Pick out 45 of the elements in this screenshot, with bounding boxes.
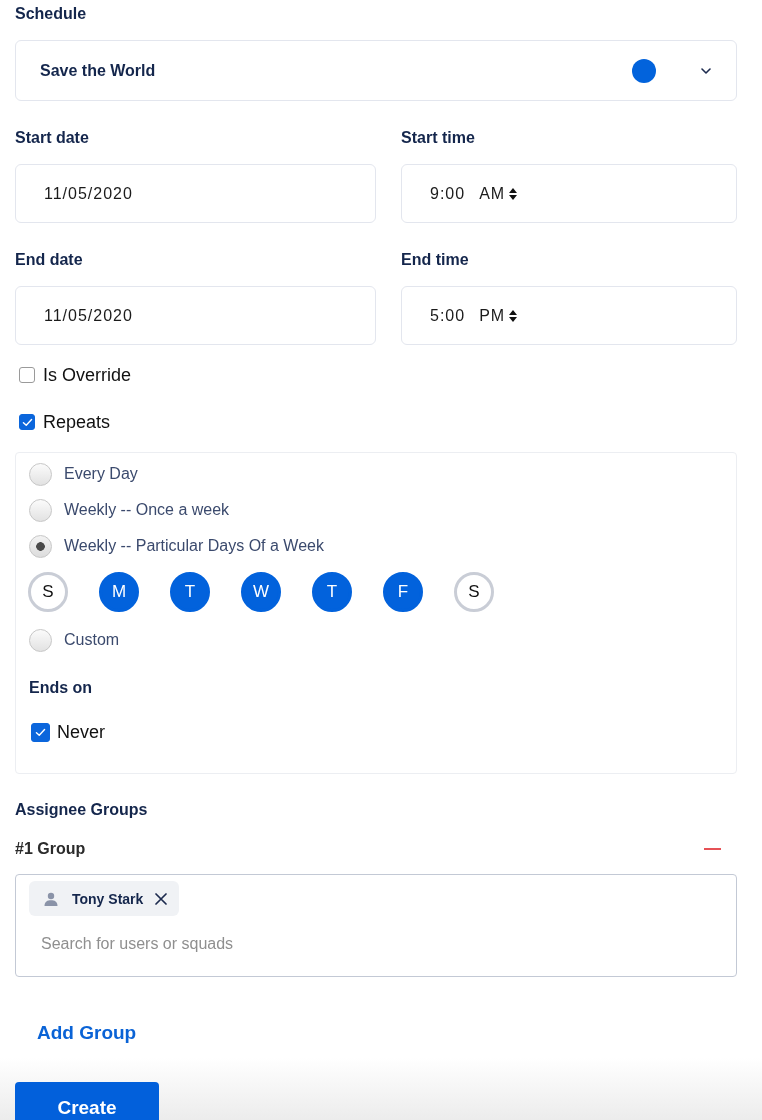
field-label: Schedule xyxy=(15,4,87,24)
create-button[interactable]: Create xyxy=(15,1082,159,1120)
checkbox-label: Repeats xyxy=(43,411,111,433)
weekday-toggle[interactable]: S xyxy=(28,572,68,612)
checkbox[interactable] xyxy=(19,367,35,383)
radio-label: Every Day xyxy=(64,465,138,483)
radio-button[interactable] xyxy=(29,498,52,522)
date-field[interactable]: 11/05/2020 xyxy=(15,164,376,223)
schedule-select[interactable]: Save the World xyxy=(15,40,737,101)
weekday-toggle[interactable]: T xyxy=(312,572,352,612)
group-title: #1 Group xyxy=(15,840,86,858)
radio-label: Weekly -- Once a week xyxy=(64,501,230,519)
radio-label: Custom xyxy=(64,631,120,649)
close-icon[interactable] xyxy=(155,892,168,905)
radio-button[interactable] xyxy=(29,628,52,652)
field-label: Start date xyxy=(15,128,90,148)
time-field[interactable]: 5:00 PM xyxy=(401,286,737,345)
date-field[interactable]: 11/05/2020 xyxy=(15,286,376,345)
weekday-toggle[interactable]: M xyxy=(99,572,139,612)
chevron-down-icon xyxy=(701,67,711,74)
checkbox-label: Never xyxy=(57,721,105,743)
checkbox-label: Is Override xyxy=(43,364,132,386)
add-group-link[interactable]: Add Group xyxy=(37,1021,137,1045)
time-field[interactable]: 9:00 AM xyxy=(401,164,737,223)
radio-button[interactable] xyxy=(29,462,52,486)
stepper-icon[interactable] xyxy=(509,187,518,200)
checkmark-icon xyxy=(35,727,46,737)
section-label: Ends on xyxy=(29,678,93,698)
checkbox[interactable] xyxy=(31,722,50,742)
radio-button[interactable] xyxy=(29,534,52,558)
section-label: Assignee Groups xyxy=(15,800,148,820)
field-label: End time xyxy=(401,250,470,270)
weekday-toggle[interactable]: T xyxy=(170,572,210,612)
weekday-toggle[interactable]: S xyxy=(454,572,494,612)
radio-label: Weekly -- Particular Days Of a Week xyxy=(64,537,324,555)
chip-label: Tony Stark xyxy=(72,890,144,907)
search-field[interactable]: Search for users or squads xyxy=(41,935,341,953)
field-label: Start time xyxy=(401,128,476,148)
checkbox[interactable] xyxy=(19,414,35,430)
weekday-toggle[interactable]: F xyxy=(383,572,423,612)
stepper-icon[interactable] xyxy=(509,309,518,322)
checkmark-icon xyxy=(21,417,33,427)
weekday-toggle[interactable]: W xyxy=(241,572,281,612)
person-icon xyxy=(44,891,58,906)
field-label: End date xyxy=(15,250,84,270)
